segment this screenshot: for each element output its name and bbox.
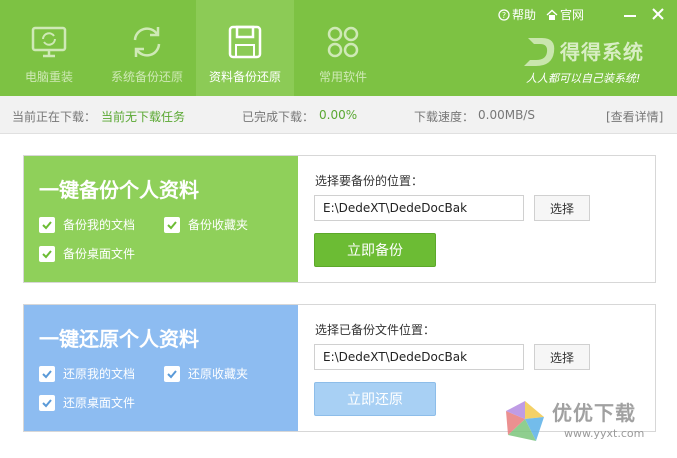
close-icon[interactable]	[648, 4, 668, 24]
checkbox-label: 备份我的文档	[63, 218, 136, 232]
backup-options: 一键备份个人资料 备份我的文档 备份收藏夹 备份桌面文件	[24, 156, 298, 282]
sync-icon	[133, 27, 161, 57]
speed-value: 0.00MB/S	[478, 108, 535, 122]
completed-label: 已完成下载：	[242, 110, 315, 124]
floppy-disk-icon	[228, 25, 262, 59]
check-icon	[167, 369, 177, 378]
nav-label: 系统备份还原	[110, 70, 183, 84]
backup-now-button[interactable]: 立即备份	[314, 233, 436, 267]
nav-label: 常用软件	[318, 70, 367, 84]
nav-label: 电脑重装	[24, 70, 73, 84]
checkbox-box	[39, 365, 55, 382]
backup-choose-button[interactable]: 选择	[534, 195, 590, 221]
restore-documents-checkbox[interactable]: 还原我的文档	[39, 365, 135, 382]
official-site-link[interactable]: 官网	[546, 6, 584, 23]
checkbox-box	[164, 365, 180, 382]
backup-title: 一键备份个人资料	[39, 178, 199, 202]
minimize-icon[interactable]	[620, 4, 640, 24]
checkbox-box	[39, 216, 55, 233]
checkbox-label: 还原收藏夹	[188, 367, 249, 381]
nav-label: 资料备份还原	[208, 70, 281, 84]
restore-location-label: 选择已备份文件位置：	[315, 323, 436, 337]
checkbox-label: 还原桌面文件	[63, 396, 136, 410]
checkbox-box	[39, 394, 55, 411]
brand-logo-icon	[524, 38, 555, 66]
home-icon	[546, 9, 558, 20]
official-site-label: 官网	[560, 8, 585, 22]
watermark-url: www.yyxt.com	[564, 427, 645, 440]
help-label: 帮助	[512, 8, 537, 22]
backup-desktop-checkbox[interactable]: 备份桌面文件	[39, 245, 135, 262]
check-icon	[42, 369, 52, 378]
speed-label: 下载速度：	[414, 110, 475, 124]
help-icon: ?	[498, 8, 510, 21]
restore-desktop-checkbox[interactable]: 还原桌面文件	[39, 394, 135, 411]
checkbox-box	[39, 245, 55, 262]
watermark-logo-icon	[506, 401, 544, 441]
restore-favorites-checkbox[interactable]: 还原收藏夹	[164, 365, 248, 382]
view-details-link[interactable]: [查看详情]	[606, 108, 663, 125]
restore-choose-button[interactable]: 选择	[534, 344, 590, 370]
backup-panel: 一键备份个人资料 备份我的文档 备份收藏夹 备份桌面文件 选择要备份的位置： 选…	[23, 155, 656, 283]
app-header: 电脑重装 系统备份还原 资料备份还原 常用软件 ? 帮助 官网 得得系统 人人都…	[0, 0, 677, 96]
top-links: ? 帮助 官网	[498, 6, 584, 23]
apps-grid-icon	[327, 26, 359, 58]
check-icon	[42, 220, 52, 229]
download-status-bar: 当前正在下载： 当前无下载任务 已完成下载： 0.00% 下载速度： 0.00M…	[0, 96, 677, 134]
checkbox-box	[164, 216, 180, 233]
svg-text:?: ?	[502, 11, 506, 20]
monitor-refresh-icon	[31, 26, 67, 58]
restore-options: 一键还原个人资料 还原我的文档 还原收藏夹 还原桌面文件	[24, 305, 298, 431]
backup-favorites-checkbox[interactable]: 备份收藏夹	[164, 216, 248, 233]
check-icon	[42, 398, 52, 407]
backup-location: 选择要备份的位置： 选择 立即备份	[298, 156, 655, 282]
downloading-value: 当前无下载任务	[101, 110, 186, 124]
restore-now-button[interactable]: 立即还原	[314, 382, 436, 416]
nav-tab-system-backup[interactable]: 系统备份还原	[98, 0, 196, 96]
watermark-text: 优优下载	[552, 401, 636, 425]
backup-location-label: 选择要备份的位置：	[315, 174, 424, 188]
check-icon	[167, 220, 177, 229]
brand-name: 得得系统	[560, 40, 644, 64]
checkbox-label: 还原我的文档	[63, 367, 136, 381]
brand-slogan: 人人都可以自己装系统!	[526, 72, 641, 85]
checkbox-label: 备份收藏夹	[188, 218, 249, 232]
nav-tab-pc-reinstall[interactable]: 电脑重装	[0, 0, 98, 96]
restore-path-input[interactable]	[314, 344, 524, 370]
downloading-label: 当前正在下载：	[12, 110, 97, 124]
nav-tab-data-backup[interactable]: 资料备份还原	[196, 0, 294, 96]
nav-tab-common-software[interactable]: 常用软件	[294, 0, 392, 96]
check-icon	[42, 249, 52, 258]
backup-documents-checkbox[interactable]: 备份我的文档	[39, 216, 135, 233]
help-link[interactable]: ? 帮助	[498, 6, 536, 23]
backup-path-input[interactable]	[314, 195, 524, 221]
checkbox-label: 备份桌面文件	[63, 247, 136, 261]
brand-logo: 得得系统 人人都可以自己装系统!	[520, 32, 670, 88]
restore-title: 一键还原个人资料	[39, 327, 199, 351]
main-nav: 电脑重装 系统备份还原 资料备份还原 常用软件	[0, 0, 392, 96]
watermark: 优优下载 www.yyxt.com	[500, 395, 670, 453]
completed-value: 0.00%	[319, 108, 358, 122]
